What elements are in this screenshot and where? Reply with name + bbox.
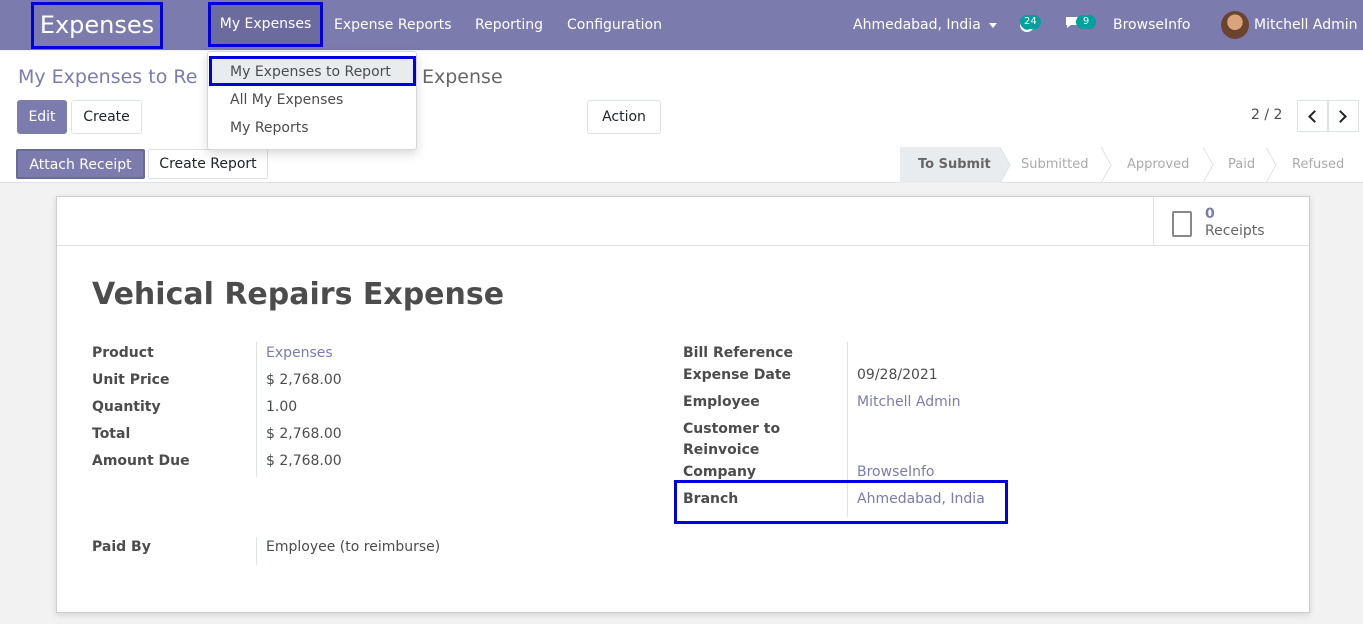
expense-date-value[interactable]: 09/28/2021: [857, 367, 938, 383]
record-title: Vehical Repairs Expense: [92, 277, 505, 312]
breadcrumb-current: Expense: [422, 66, 503, 88]
total-label: Total: [92, 426, 131, 442]
product-label: Product: [92, 345, 154, 361]
menu-my-expenses[interactable]: My Expenses: [208, 2, 323, 47]
stage-arrow-icon: [1000, 147, 1011, 183]
caret-down-icon: [988, 22, 997, 28]
pager-value: 2 / 2: [1251, 107, 1283, 123]
pager-next-button[interactable]: [1328, 100, 1359, 132]
unit-price-label: Unit Price: [92, 372, 170, 388]
message-count-badge: 9: [1076, 15, 1096, 29]
amount-due-value: $ 2,768.00: [266, 453, 342, 469]
branch-highlight-box: [674, 480, 1008, 524]
top-navbar: Expenses My Expenses Expense Reports Rep…: [0, 0, 1363, 50]
avatar[interactable]: [1221, 11, 1249, 39]
branch-switcher[interactable]: Ahmedabad, India: [853, 0, 997, 50]
app-brand[interactable]: Expenses: [31, 2, 163, 49]
dropdown-item-my-reports[interactable]: My Reports: [230, 120, 309, 136]
chevron-left-icon: [1308, 110, 1321, 123]
edit-button[interactable]: Edit: [17, 100, 67, 134]
create-report-button[interactable]: Create Report: [148, 149, 268, 179]
company-label: Company: [683, 464, 757, 480]
amount-due-label: Amount Due: [92, 453, 190, 469]
dropdown-item-all-my-expenses[interactable]: All My Expenses: [230, 92, 343, 108]
receipts-stat-button[interactable]: 0 Receipts: [1153, 197, 1309, 246]
attach-receipt-button[interactable]: Attach Receipt: [16, 149, 145, 179]
breadcrumb: My Expenses to Re: [18, 66, 197, 88]
customer-to-reinvoice-label: Customer to: [683, 421, 781, 437]
pager-previous-button[interactable]: [1297, 100, 1328, 132]
employee-value[interactable]: Mitchell Admin: [857, 394, 961, 410]
button-box: 0 Receipts: [57, 197, 1309, 246]
receipts-label: Receipts: [1205, 223, 1265, 239]
customer-to-reinvoice-label-line2: Reinvoice: [683, 442, 760, 458]
company-value[interactable]: BrowseInfo: [857, 464, 934, 480]
field-divider: [256, 342, 257, 477]
menu-configuration[interactable]: Configuration: [567, 0, 662, 50]
stage-refused: Refused: [1292, 157, 1345, 172]
control-panel: My Expenses to Re Expense Edit Create Ac…: [0, 51, 1363, 183]
menu-expense-reports[interactable]: Expense Reports: [334, 0, 452, 50]
create-button[interactable]: Create: [71, 100, 142, 134]
stage-arrow-icon: [1203, 147, 1214, 183]
stage-paid: Paid: [1228, 157, 1256, 172]
stage-submitted: Submitted: [1021, 157, 1089, 172]
employee-label: Employee: [683, 394, 760, 410]
stage-approved: Approved: [1127, 157, 1190, 172]
unit-price-value: $ 2,768.00: [266, 372, 342, 388]
user-menu[interactable]: Mitchell Admin: [1254, 0, 1358, 50]
bill-reference-label: Bill Reference: [683, 345, 793, 361]
chevron-right-icon: [1334, 110, 1347, 123]
my-expenses-dropdown: My Expenses to Report All My Expenses My…: [207, 51, 417, 150]
paid-by-value[interactable]: Employee (to reimburse): [266, 539, 440, 555]
receipts-count: 0: [1205, 206, 1215, 222]
expense-date-label: Expense Date: [683, 367, 792, 383]
breadcrumb-parent[interactable]: My Expenses to Re: [18, 66, 197, 88]
stage-arrow-icon: [1101, 147, 1112, 183]
form-sheet: 0 Receipts Vehical Repairs Expense Produ…: [56, 196, 1310, 613]
menu-reporting[interactable]: Reporting: [475, 0, 543, 50]
activity-count-badge: 24: [1020, 15, 1041, 29]
action-button[interactable]: Action: [587, 100, 661, 134]
paid-by-label: Paid By: [92, 539, 151, 555]
stage-to-submit: To Submit: [900, 147, 1000, 183]
dropdown-item-my-expenses-to-report[interactable]: My Expenses to Report: [230, 64, 391, 80]
document-icon: [1172, 211, 1192, 237]
company-switcher[interactable]: BrowseInfo: [1113, 0, 1190, 50]
branch-switcher-label: Ahmedabad, India: [853, 17, 981, 33]
total-value: $ 2,768.00: [266, 426, 342, 442]
stage-arrow-icon: [1266, 147, 1277, 183]
field-divider: [256, 537, 257, 565]
quantity-label: Quantity: [92, 399, 161, 415]
quantity-value: 1.00: [266, 399, 298, 415]
product-value[interactable]: Expenses: [266, 345, 333, 361]
